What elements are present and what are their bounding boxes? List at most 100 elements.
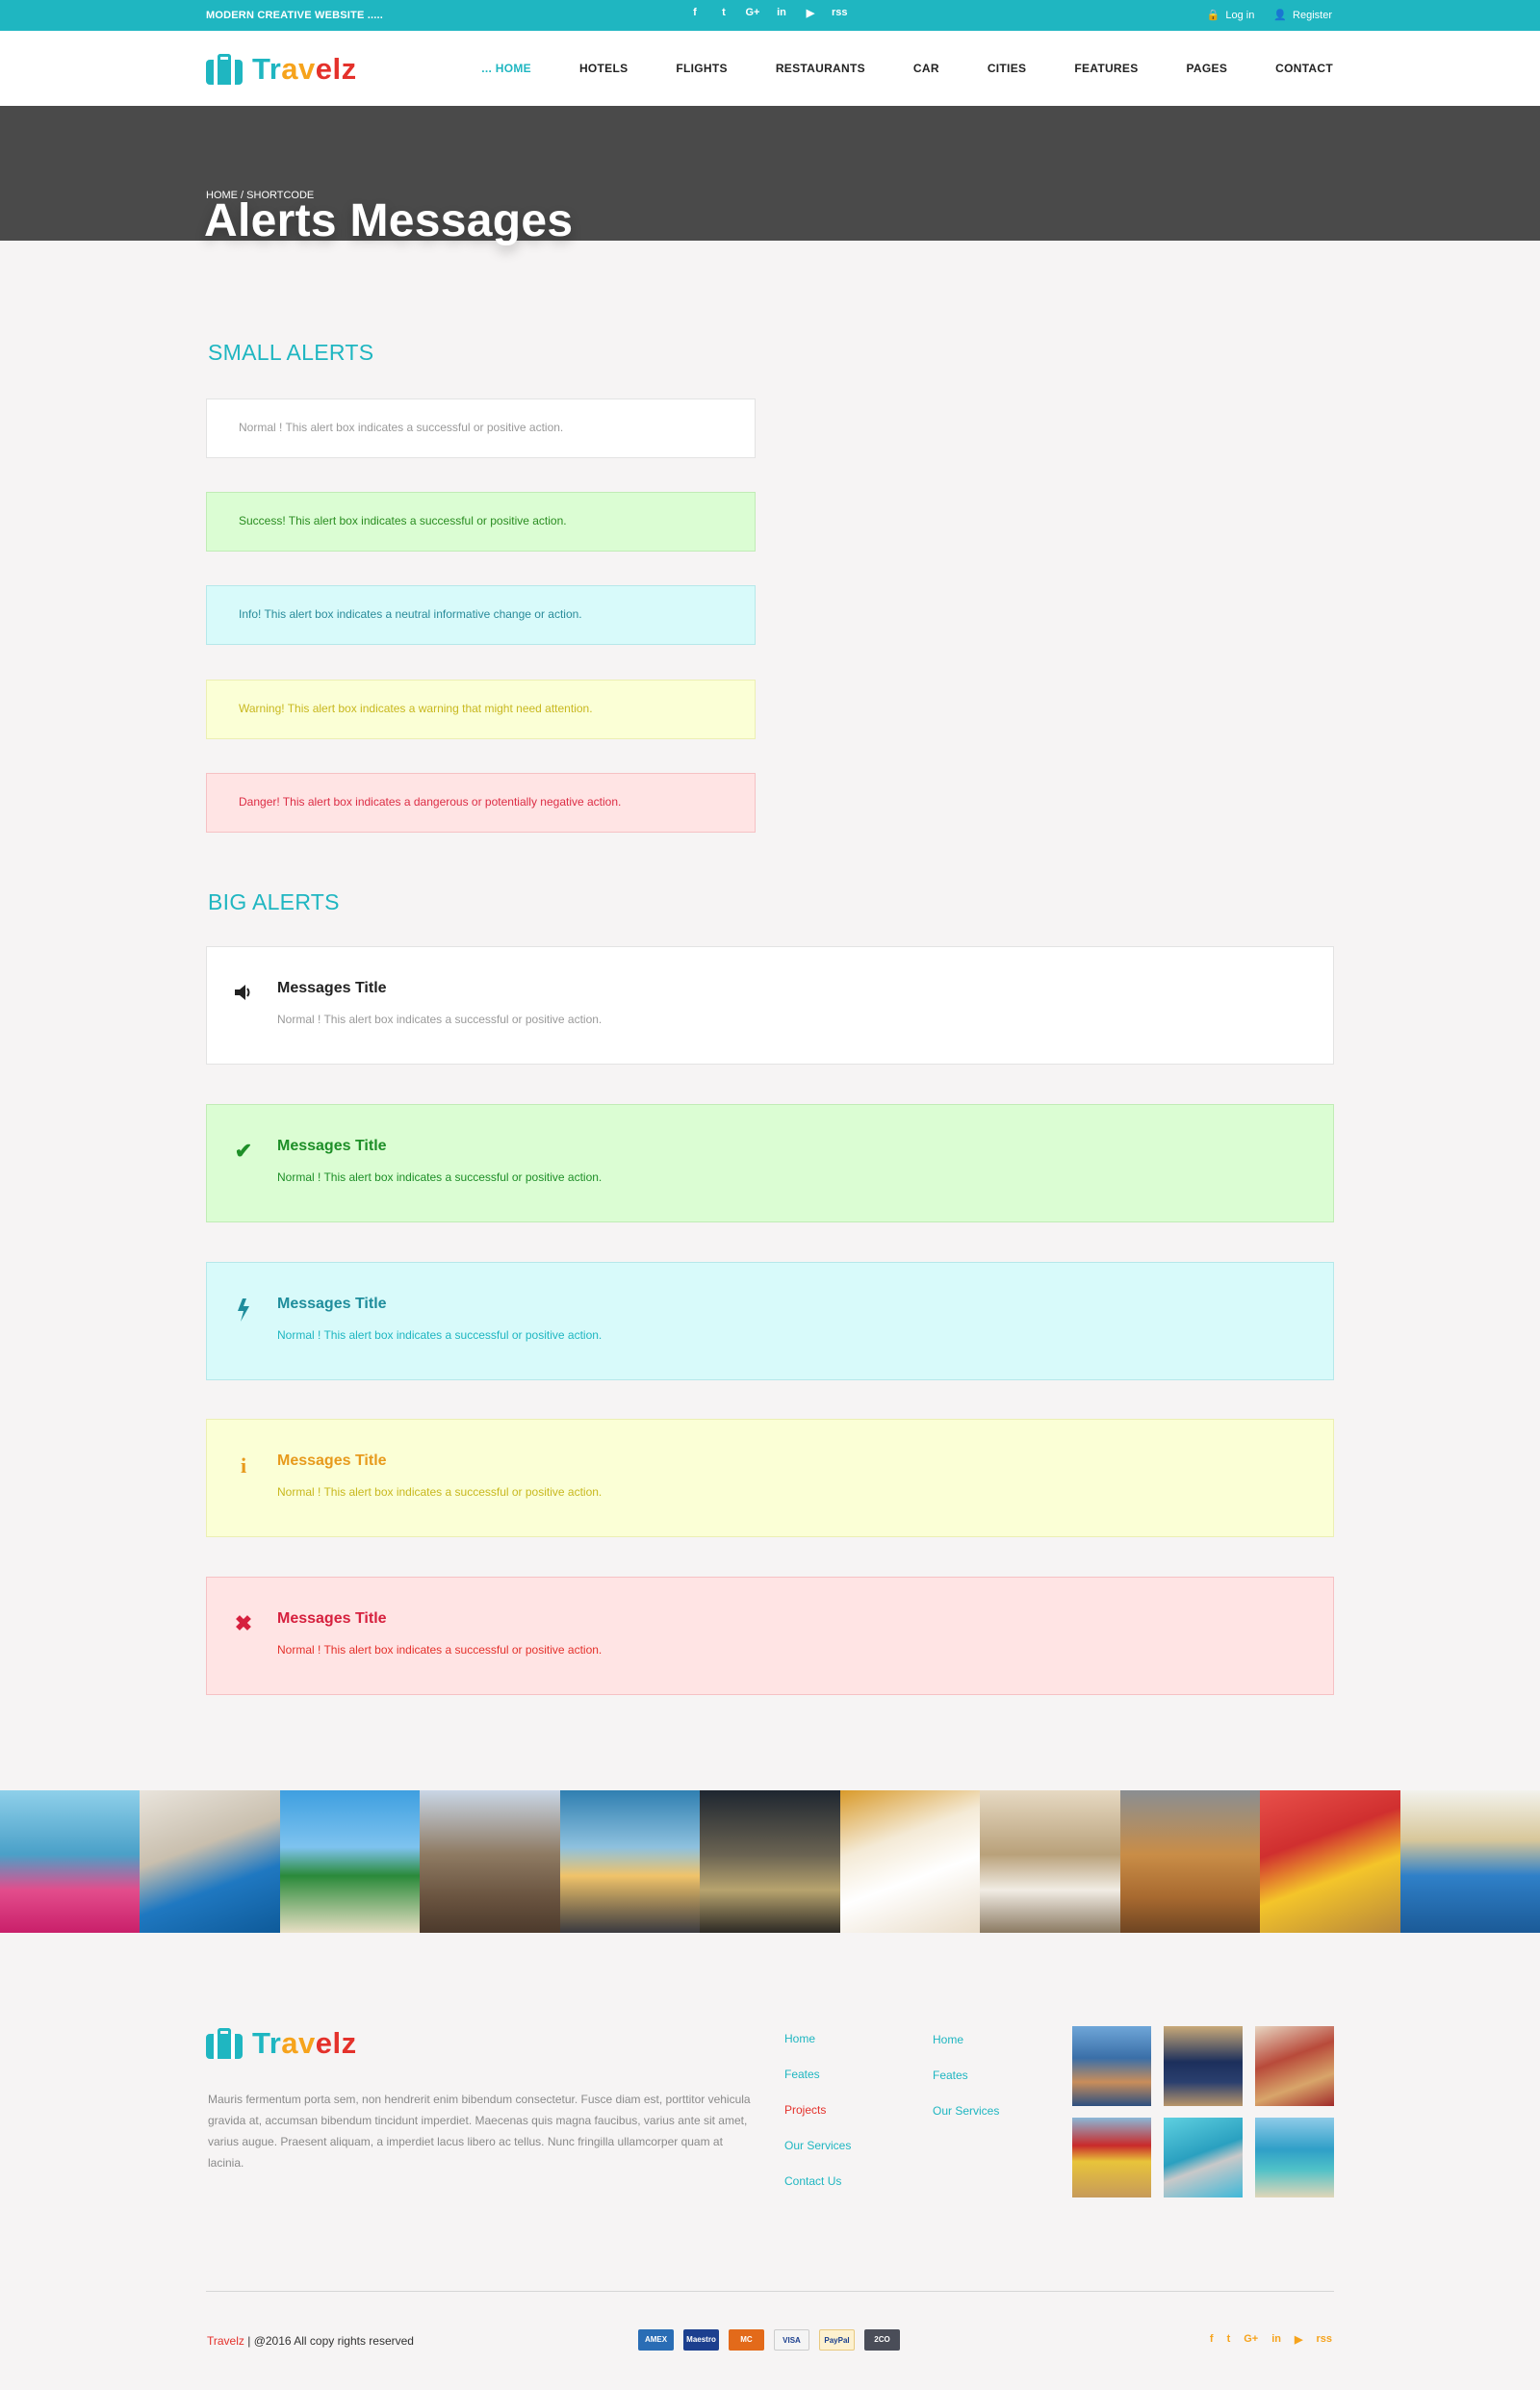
footer-link-contact[interactable]: Contact Us — [784, 2164, 851, 2199]
photo-pool-loungers[interactable] — [1399, 1790, 1540, 1933]
footer-links-col2: Home Feates Our Services — [933, 2022, 999, 2129]
small-alert-success: Success! This alert box indicates a succ… — [206, 492, 756, 552]
photo-heart-bed[interactable] — [839, 1790, 981, 1933]
youtube-icon[interactable]: ▶ — [803, 7, 818, 19]
rss-icon[interactable]: rss — [832, 7, 848, 19]
brand-logo[interactable]: Travelz — [206, 52, 357, 87]
suitcase-icon — [206, 54, 243, 85]
nav-hotels[interactable]: HOTELS — [579, 62, 628, 75]
auth-links: 🔒 Log in 👤 Register — [1207, 9, 1332, 21]
nav-features[interactable]: FEATURES — [1074, 62, 1138, 75]
alert-title: Messages Title — [277, 1296, 387, 1312]
big-alert-danger: ✖ Messages Title Normal ! This alert box… — [206, 1577, 1334, 1695]
amex-icon: AMEX — [638, 2329, 674, 2351]
lock-icon: 🔒 — [1206, 10, 1220, 21]
footer-link-feates[interactable]: Feates — [933, 2058, 999, 2094]
close-icon: ✖ — [234, 1611, 253, 1635]
alert-message: Normal ! This alert box indicates a succ… — [277, 1643, 603, 1657]
small-alert-normal: Normal ! This alert box indicates a succ… — [206, 398, 756, 458]
photo-balcony[interactable] — [700, 1790, 840, 1933]
photo-palm-beach[interactable] — [279, 1790, 421, 1933]
small-alert-danger: Danger! This alert box indicates a dange… — [206, 773, 756, 833]
gallery-photo-pool-ladder[interactable] — [1164, 2118, 1243, 2197]
copyright: Travelz | @2016 All copy rights reserved — [207, 2334, 414, 2348]
nav-flights[interactable]: FLIGHTS — [676, 62, 727, 75]
nav-car[interactable]: CAR — [913, 62, 939, 75]
brand-name: Travelz — [252, 2026, 357, 2060]
twitter-icon[interactable]: t — [716, 7, 732, 19]
nav-home[interactable]: ... HOME — [481, 62, 531, 75]
linkedin-icon[interactable]: in — [774, 7, 789, 19]
suitcase-icon — [206, 2028, 243, 2059]
alert-title: Messages Title — [277, 1138, 387, 1154]
google-plus-icon[interactable]: G+ — [1244, 2333, 1258, 2346]
twitter-icon[interactable]: t — [1227, 2333, 1231, 2346]
footer-link-feates[interactable]: Feates — [784, 2057, 851, 2093]
maestro-icon: Maestro — [683, 2329, 719, 2351]
gallery-photo-desert-man[interactable] — [1164, 2026, 1243, 2106]
copyright-text: | @2016 All copy rights reserved — [247, 2334, 414, 2348]
photo-city-skyline[interactable] — [559, 1790, 701, 1933]
nav-cities[interactable]: CITIES — [988, 62, 1026, 75]
alert-message: Normal ! This alert box indicates a succ… — [277, 1013, 603, 1026]
nav-contact[interactable]: CONTACT — [1275, 62, 1333, 75]
gallery-photo-guitar[interactable] — [1255, 2026, 1334, 2106]
footer-link-services[interactable]: Our Services — [933, 2094, 999, 2129]
copyright-brand[interactable]: Travelz — [207, 2334, 244, 2348]
google-plus-icon[interactable]: G+ — [745, 7, 760, 19]
info-icon: i — [240, 1453, 247, 1478]
visa-icon: VISA — [774, 2329, 809, 2351]
footer-links-col1: Home Feates Projects Our Services Contac… — [784, 2021, 851, 2199]
footer-link-home[interactable]: Home — [933, 2022, 999, 2058]
login-link[interactable]: 🔒 Log in — [1207, 9, 1255, 21]
alert-title: Messages Title — [277, 1610, 387, 1627]
photo-blue-pillows[interactable] — [140, 1790, 280, 1933]
2co-icon: 2CO — [864, 2329, 900, 2351]
footer-link-projects[interactable]: Projects — [784, 2093, 851, 2128]
tagline: MODERN CREATIVE WEBSITE ..... — [206, 10, 384, 21]
big-alerts-heading: BIG ALERTS — [208, 889, 340, 914]
nav-pages[interactable]: PAGES — [1187, 62, 1228, 75]
page-title: Alerts Messages — [204, 195, 574, 246]
photo-flip-flops[interactable] — [1260, 1790, 1400, 1933]
photo-beach-lounger[interactable] — [0, 1790, 141, 1933]
gallery-photo-coast[interactable] — [1255, 2118, 1334, 2197]
paypal-icon: PayPal — [819, 2329, 855, 2351]
footer-link-home[interactable]: Home — [784, 2021, 851, 2057]
alert-message: Normal ! This alert box indicates a succ… — [277, 1328, 603, 1342]
footer-divider — [206, 2291, 1334, 2292]
small-alert-info: Info! This alert box indicates a neutral… — [206, 585, 756, 645]
add-user-icon: 👤 — [1273, 10, 1288, 21]
photo-man-laptop[interactable] — [980, 1790, 1120, 1933]
photo-mountain-town[interactable] — [420, 1790, 560, 1933]
facebook-icon[interactable]: f — [1210, 2333, 1214, 2346]
big-alert-success: ✔ Messages Title Normal ! This alert box… — [206, 1104, 1334, 1222]
photo-strip — [0, 1790, 1540, 1933]
payment-methods: AMEX Maestro MC VISA PayPal 2CO — [638, 2329, 900, 2351]
footer-link-services[interactable]: Our Services — [784, 2128, 851, 2164]
footer-social-links: f t G+ in ▶ rss — [1210, 2333, 1332, 2346]
nav-restaurants[interactable]: RESTAURANTS — [776, 62, 865, 75]
rss-icon[interactable]: rss — [1316, 2333, 1332, 2346]
mastercard-icon: MC — [729, 2329, 764, 2351]
gallery-photo-flag-building[interactable] — [1072, 2118, 1151, 2197]
small-alert-warning: Warning! This alert box indicates a warn… — [206, 680, 756, 739]
register-link[interactable]: 👤 Register — [1273, 9, 1332, 21]
page-hero: HOME / SHORTCODE Alerts Messages — [0, 106, 1540, 246]
footer-brand-logo[interactable]: Travelz — [206, 2026, 357, 2061]
bolt-icon — [232, 1298, 255, 1322]
photo-colosseum[interactable] — [1119, 1790, 1261, 1933]
gallery-photo-hiker[interactable] — [1072, 2026, 1151, 2106]
speaker-icon — [232, 982, 255, 1005]
facebook-icon[interactable]: f — [687, 7, 703, 19]
main-header: Travelz ... HOME HOTELS FLIGHTS RESTAURA… — [0, 31, 1540, 106]
alert-message: Normal ! This alert box indicates a succ… — [277, 1170, 603, 1184]
alert-title: Messages Title — [277, 1452, 387, 1469]
footer-gallery — [1072, 2026, 1334, 2197]
brand-name: Travelz — [252, 52, 357, 86]
linkedin-icon[interactable]: in — [1271, 2333, 1281, 2346]
big-alert-info: Messages Title Normal ! This alert box i… — [206, 1262, 1334, 1380]
small-alerts-heading: SMALL ALERTS — [208, 340, 374, 365]
youtube-icon[interactable]: ▶ — [1295, 2333, 1302, 2346]
alert-title: Messages Title — [277, 980, 387, 996]
